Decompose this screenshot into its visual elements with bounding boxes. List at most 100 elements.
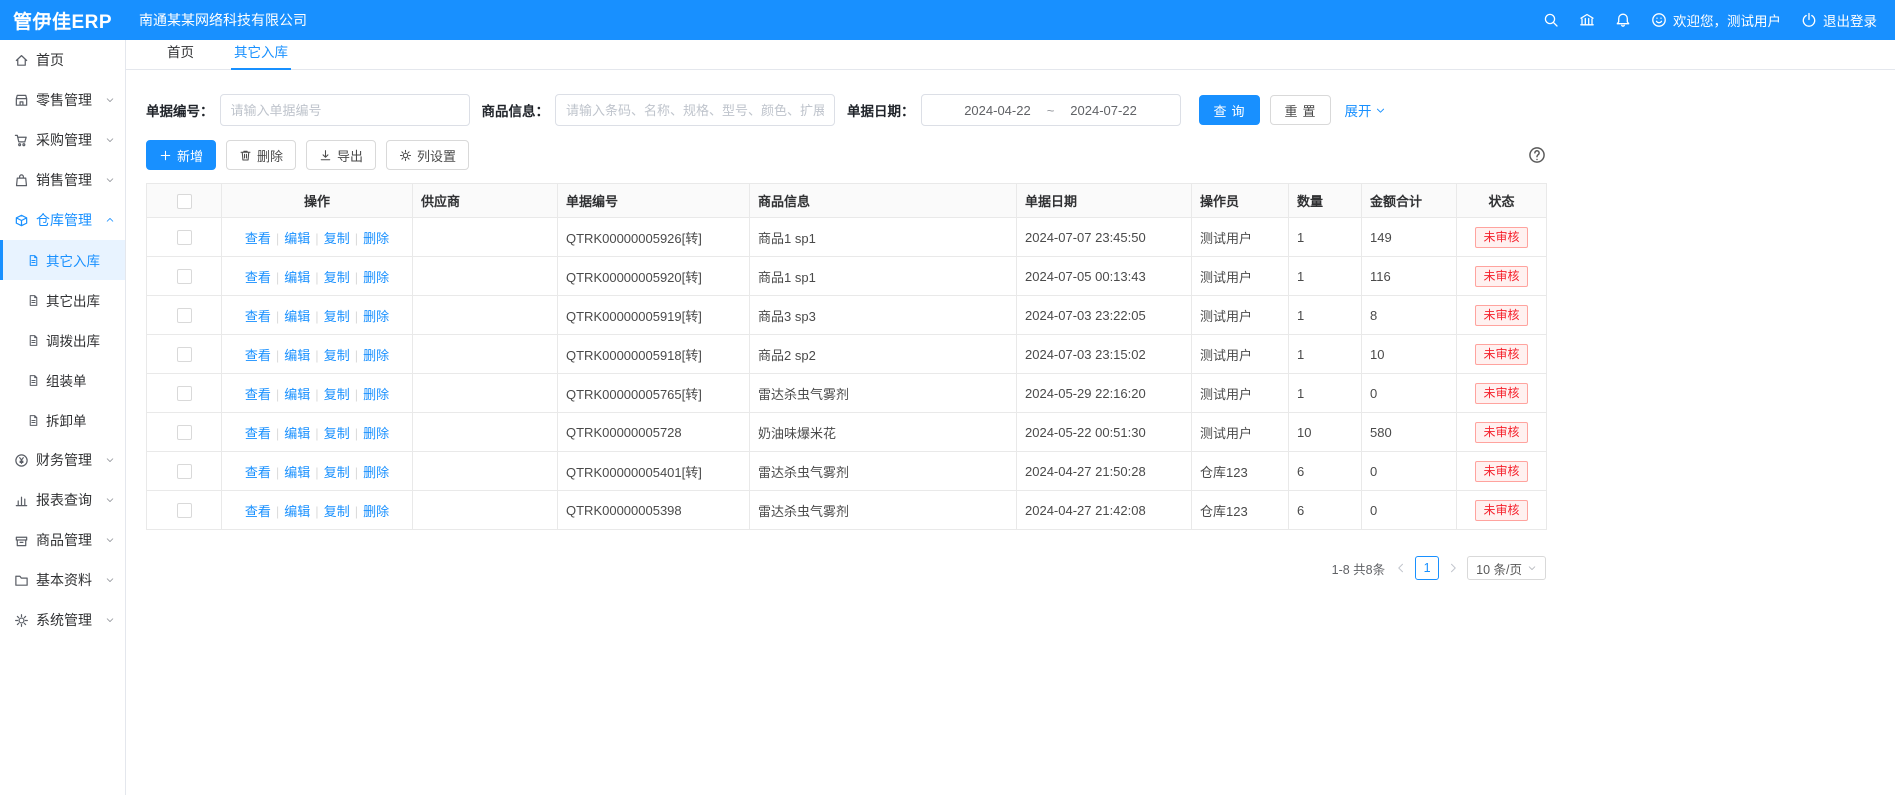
help-icon[interactable] bbox=[1528, 146, 1546, 164]
copy-link[interactable]: 复制 bbox=[324, 348, 350, 363]
row-checkbox[interactable] bbox=[177, 425, 192, 440]
cell-operator: 测试用户 bbox=[1192, 413, 1289, 452]
sidebar-item-system[interactable]: 系统管理 bbox=[0, 600, 125, 640]
sidebar-item-home[interactable]: 首页 bbox=[0, 40, 125, 80]
date-range-picker[interactable]: 2024-04-22 ~ 2024-07-22 bbox=[921, 94, 1181, 126]
tab-label: 其它入库 bbox=[234, 45, 288, 60]
view-link[interactable]: 查看 bbox=[245, 426, 271, 441]
sidebar-item-purchase[interactable]: 采购管理 bbox=[0, 120, 125, 160]
table-row: 查看|编辑|复制|删除QTRK00000005918[转]商品2 sp22024… bbox=[147, 335, 1547, 374]
chevron-down-icon bbox=[1527, 563, 1537, 573]
row-checkbox[interactable] bbox=[177, 503, 192, 518]
delete-link[interactable]: 删除 bbox=[363, 231, 389, 246]
row-checkbox[interactable] bbox=[177, 269, 192, 284]
bill-no-input[interactable] bbox=[220, 94, 470, 126]
tab-home[interactable]: 首页 bbox=[164, 41, 197, 69]
delete-link[interactable]: 删除 bbox=[363, 426, 389, 441]
action-separator: | bbox=[355, 387, 358, 402]
sidebar-item-retail[interactable]: 零售管理 bbox=[0, 80, 125, 120]
cell-product-info: 商品2 sp2 bbox=[750, 335, 1017, 374]
bell-icon[interactable] bbox=[1615, 12, 1631, 28]
view-link[interactable]: 查看 bbox=[245, 231, 271, 246]
product-info-input[interactable] bbox=[555, 94, 835, 126]
view-link[interactable]: 查看 bbox=[245, 348, 271, 363]
action-separator: | bbox=[315, 348, 318, 363]
row-checkbox[interactable] bbox=[177, 386, 192, 401]
sidebar-item-disassembly-bill[interactable]: 拆卸单 bbox=[0, 400, 125, 440]
sidebar-item-assembly-bill[interactable]: 组装单 bbox=[0, 360, 125, 400]
logout-button[interactable]: 退出登录 bbox=[1801, 10, 1877, 30]
view-link[interactable]: 查看 bbox=[245, 387, 271, 402]
delete-button[interactable]: 删除 bbox=[226, 140, 296, 170]
row-checkbox[interactable] bbox=[177, 347, 192, 362]
edit-link[interactable]: 编辑 bbox=[284, 270, 310, 285]
pagination: 1-8 共8条 1 10 条/页 bbox=[146, 556, 1546, 580]
search-icon[interactable] bbox=[1543, 12, 1559, 28]
reset-button[interactable]: 重置 bbox=[1270, 95, 1331, 125]
delete-link[interactable]: 删除 bbox=[363, 309, 389, 324]
edit-link[interactable]: 编辑 bbox=[284, 309, 310, 324]
view-link[interactable]: 查看 bbox=[245, 309, 271, 324]
copy-link[interactable]: 复制 bbox=[324, 504, 350, 519]
sidebar-item-finance[interactable]: 财务管理 bbox=[0, 440, 125, 480]
page-content: 单据编号： 商品信息： 单据日期： 2024-04-22 ~ 2024-07-2… bbox=[126, 70, 1566, 580]
date-start-value[interactable]: 2024-04-22 bbox=[964, 103, 1031, 118]
edit-link[interactable]: 编辑 bbox=[284, 504, 310, 519]
sidebar-item-transfer-outbound[interactable]: 调拨出库 bbox=[0, 320, 125, 360]
edit-link[interactable]: 编辑 bbox=[284, 348, 310, 363]
next-page-button[interactable] bbox=[1447, 562, 1459, 574]
sidebar-item-label: 首页 bbox=[36, 50, 64, 70]
edit-link[interactable]: 编辑 bbox=[284, 231, 310, 246]
action-separator: | bbox=[315, 270, 318, 285]
sidebar-item-base-data[interactable]: 基本资料 bbox=[0, 560, 125, 600]
date-end-value[interactable]: 2024-07-22 bbox=[1070, 103, 1137, 118]
search-button[interactable]: 查询 bbox=[1199, 95, 1260, 125]
bank-icon[interactable] bbox=[1579, 12, 1595, 28]
sidebar-item-other-inbound[interactable]: 其它入库 bbox=[0, 240, 125, 280]
expand-link[interactable]: 展开 bbox=[1345, 100, 1386, 120]
row-checkbox[interactable] bbox=[177, 308, 192, 323]
user-smile-icon bbox=[1651, 12, 1667, 28]
sidebar-item-products[interactable]: 商品管理 bbox=[0, 520, 125, 560]
cell-product-info: 奶油味爆米花 bbox=[750, 413, 1017, 452]
page-size-value: 10 条/页 bbox=[1476, 559, 1522, 578]
copy-link[interactable]: 复制 bbox=[324, 231, 350, 246]
delete-link[interactable]: 删除 bbox=[363, 270, 389, 285]
sidebar-item-other-outbound[interactable]: 其它出库 bbox=[0, 280, 125, 320]
action-separator: | bbox=[276, 270, 279, 285]
add-button[interactable]: 新增 bbox=[146, 140, 216, 170]
edit-link[interactable]: 编辑 bbox=[284, 426, 310, 441]
row-checkbox[interactable] bbox=[177, 464, 192, 479]
copy-link[interactable]: 复制 bbox=[324, 309, 350, 324]
export-button[interactable]: 导出 bbox=[306, 140, 376, 170]
delete-link[interactable]: 删除 bbox=[363, 504, 389, 519]
edit-link[interactable]: 编辑 bbox=[284, 387, 310, 402]
delete-link[interactable]: 删除 bbox=[363, 387, 389, 402]
cell-operator: 测试用户 bbox=[1192, 374, 1289, 413]
topbar-actions: 欢迎您，测试用户 退出登录 bbox=[1543, 10, 1895, 30]
tab-other-inbound[interactable]: 其它入库 bbox=[231, 41, 291, 69]
sidebar-item-label: 商品管理 bbox=[36, 530, 92, 550]
edit-link[interactable]: 编辑 bbox=[284, 465, 310, 480]
column-settings-button[interactable]: 列设置 bbox=[386, 140, 469, 170]
copy-link[interactable]: 复制 bbox=[324, 270, 350, 285]
sidebar-item-reports[interactable]: 报表查询 bbox=[0, 480, 125, 520]
select-all-checkbox[interactable] bbox=[177, 194, 192, 209]
copy-link[interactable]: 复制 bbox=[324, 387, 350, 402]
tab-bar: 首页 其它入库 bbox=[126, 40, 1895, 70]
sidebar-item-sales[interactable]: 销售管理 bbox=[0, 160, 125, 200]
delete-link[interactable]: 删除 bbox=[363, 465, 389, 480]
copy-link[interactable]: 复制 bbox=[324, 426, 350, 441]
view-link[interactable]: 查看 bbox=[245, 270, 271, 285]
view-link[interactable]: 查看 bbox=[245, 465, 271, 480]
welcome-user[interactable]: 欢迎您，测试用户 bbox=[1651, 10, 1781, 30]
prev-page-button[interactable] bbox=[1395, 562, 1407, 574]
copy-link[interactable]: 复制 bbox=[324, 465, 350, 480]
view-link[interactable]: 查看 bbox=[245, 504, 271, 519]
current-page[interactable]: 1 bbox=[1415, 556, 1439, 580]
delete-link[interactable]: 删除 bbox=[363, 348, 389, 363]
sidebar-item-warehouse[interactable]: 仓库管理 bbox=[0, 200, 125, 240]
page-size-select[interactable]: 10 条/页 bbox=[1467, 556, 1546, 580]
cell-operator: 测试用户 bbox=[1192, 335, 1289, 374]
row-checkbox[interactable] bbox=[177, 230, 192, 245]
